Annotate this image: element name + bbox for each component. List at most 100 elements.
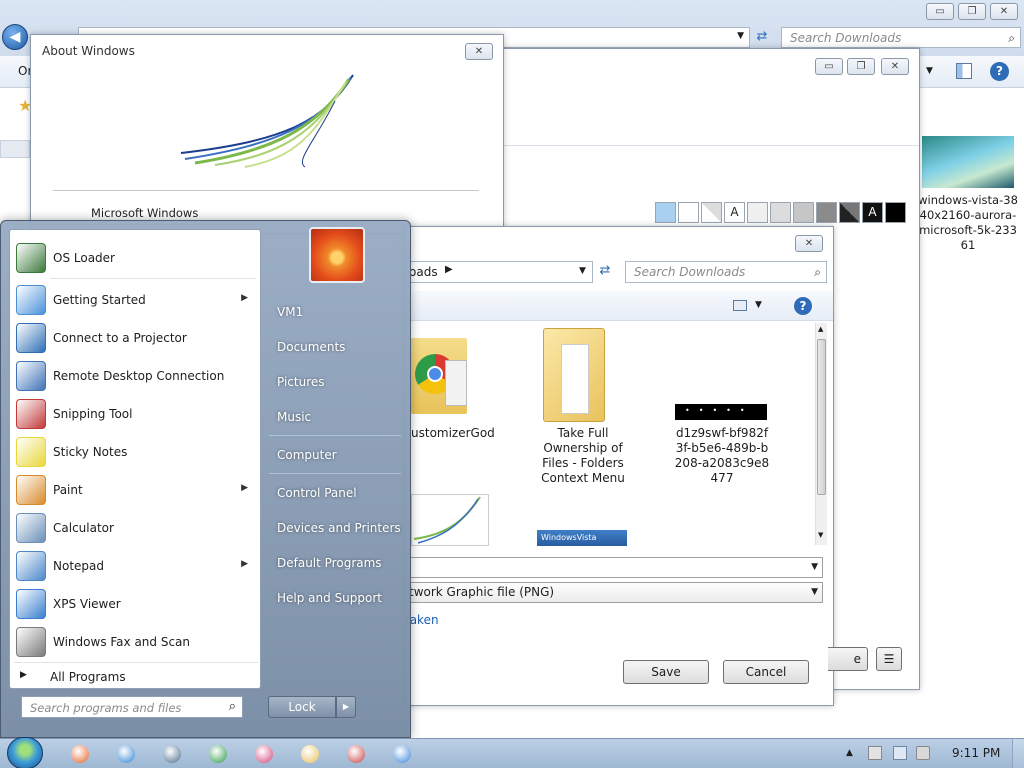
- color-swatch-letter[interactable]: A: [724, 202, 745, 223]
- image-thumbnail-icon[interactable]: •••••: [675, 404, 767, 420]
- start-right-pictures[interactable]: Pictures: [269, 369, 403, 395]
- file-name-dropdown-icon[interactable]: ▼: [811, 558, 818, 577]
- menu-button[interactable]: ☰: [876, 647, 902, 671]
- vista-ultimate-thumbnail[interactable]: WindowsVista: [537, 530, 627, 546]
- taskbar-monitor-app[interactable]: [152, 741, 192, 767]
- color-swatch[interactable]: [678, 202, 699, 223]
- explorer-search-input[interactable]: Search Downloads ⌕: [781, 27, 1021, 48]
- color-swatch[interactable]: [770, 202, 791, 223]
- color-swatch[interactable]: [839, 202, 860, 223]
- lock-button[interactable]: Lock: [268, 696, 336, 718]
- taskbar-internet-explorer[interactable]: [106, 741, 146, 767]
- start-right-music[interactable]: Music: [269, 404, 403, 430]
- file-item[interactable]: [543, 328, 605, 422]
- program-connect-projector[interactable]: Connect to a Projector: [12, 320, 258, 356]
- taskbar-windows-app[interactable]: [382, 741, 422, 767]
- breadcrumb-dropdown-icon[interactable]: ▼: [579, 266, 586, 276]
- color-swatch[interactable]: [655, 202, 676, 223]
- file-item[interactable]: [411, 328, 491, 422]
- all-programs-button[interactable]: ▶ All Programs: [14, 666, 258, 688]
- program-xps-viewer[interactable]: XPS Viewer: [12, 586, 258, 622]
- shutdown-options-arrow[interactable]: ▶: [336, 696, 356, 718]
- program-fax-scan[interactable]: Windows Fax and Scan: [12, 624, 258, 660]
- color-swatch[interactable]: [885, 202, 906, 223]
- save-as-type-dropdown-icon[interactable]: ▼: [811, 583, 818, 602]
- color-swatch[interactable]: [816, 202, 837, 223]
- view-options-dropdown-icon[interactable]: ▼: [755, 300, 762, 310]
- scroll-up-icon[interactable]: ▲: [818, 325, 823, 333]
- program-sticky-notes[interactable]: Sticky Notes: [12, 434, 258, 470]
- personalization-close-button[interactable]: ✕: [881, 58, 909, 75]
- about-close-button[interactable]: ✕: [465, 43, 493, 60]
- submenu-arrow-icon[interactable]: ▶: [241, 293, 248, 303]
- thumbnail-caption[interactable]: windows-vista-3840x2160-aurora-microsoft…: [918, 193, 1018, 253]
- start-right-computer[interactable]: Computer: [269, 442, 403, 468]
- volume-icon[interactable]: [916, 746, 930, 760]
- view-dropdown-icon[interactable]: ▼: [926, 66, 933, 76]
- network-icon[interactable]: [893, 746, 907, 760]
- color-swatch[interactable]: [701, 202, 722, 223]
- explorer-restore-button[interactable]: ❐: [958, 3, 986, 20]
- explorer-close-button[interactable]: ✕: [990, 3, 1018, 20]
- help-icon[interactable]: ?: [990, 62, 1009, 81]
- color-swatch[interactable]: [793, 202, 814, 223]
- scrollbar-thumb[interactable]: [817, 339, 826, 495]
- taskbar-chrome[interactable]: [198, 741, 238, 767]
- start-right-help-support[interactable]: Help and Support: [269, 585, 403, 611]
- save-breadcrumb-bar[interactable]: oads ▶ ▼: [405, 261, 593, 283]
- preview-pane-icon[interactable]: [956, 63, 972, 79]
- file-item-label[interactable]: Take Full Ownership of Files - Folders C…: [533, 426, 633, 486]
- save-dialog-close-button[interactable]: ✕: [795, 235, 823, 252]
- color-swatch-letter[interactable]: A: [862, 202, 883, 223]
- taskbar-firefox[interactable]: [60, 741, 100, 767]
- file-name-combo[interactable]: ▼: [405, 557, 823, 578]
- start-right-documents[interactable]: Documents: [269, 334, 403, 360]
- file-item-label[interactable]: ustomizerGod: [411, 426, 495, 440]
- swoosh-thumbnail[interactable]: [411, 494, 489, 546]
- tray-chevron-icon[interactable]: ▲: [846, 748, 853, 758]
- start-right-devices-printers[interactable]: Devices and Printers: [269, 515, 403, 541]
- user-avatar[interactable]: [309, 227, 365, 283]
- submenu-arrow-icon[interactable]: ▶: [241, 483, 248, 493]
- show-desktop-button[interactable]: [1012, 739, 1024, 768]
- program-notepad[interactable]: Notepad ▶: [12, 548, 258, 584]
- submenu-arrow-icon[interactable]: ▶: [241, 559, 248, 569]
- explorer-minimize-button[interactable]: ▭: [926, 3, 954, 20]
- vista-wallpaper-thumbnail[interactable]: [922, 136, 1014, 188]
- color-swatch[interactable]: [747, 202, 768, 223]
- program-os-loader[interactable]: OS Loader: [12, 240, 258, 276]
- address-dropdown-icon[interactable]: ▼: [737, 31, 744, 41]
- start-right-default-programs[interactable]: Default Programs: [269, 550, 403, 576]
- taskbar-flower-app[interactable]: [244, 741, 284, 767]
- start-right-vm1[interactable]: VM1: [269, 299, 403, 325]
- flag-icon[interactable]: [868, 746, 882, 760]
- start-orb-button[interactable]: [7, 737, 43, 768]
- save-button[interactable]: Save: [623, 660, 709, 684]
- breadcrumb-chevron-icon[interactable]: ▶: [445, 264, 453, 275]
- save-refresh-icon[interactable]: ⇄: [595, 263, 615, 281]
- taskbar-file-explorer[interactable]: [290, 741, 330, 767]
- breadcrumb-segment[interactable]: oads: [409, 265, 438, 279]
- save-as-type-combo[interactable]: twork Graphic file (PNG) ▼: [405, 582, 823, 603]
- file-item-label[interactable]: d1z9swf-bf982f3f-b5e6-489b-b208-a2083c9e…: [673, 426, 771, 486]
- program-getting-started[interactable]: Getting Started ▶: [12, 282, 258, 318]
- refresh-icon[interactable]: ⇄: [752, 29, 772, 47]
- personalization-minimize-button[interactable]: ▭: [815, 58, 843, 75]
- view-options-icon[interactable]: [733, 300, 747, 311]
- taskbar-snipping-tool[interactable]: [336, 741, 376, 767]
- start-search-input[interactable]: Search programs and files ⌕: [21, 696, 243, 718]
- save-help-icon[interactable]: ?: [794, 297, 812, 315]
- partial-button[interactable]: e: [828, 647, 868, 671]
- back-arrow-icon[interactable]: ◀: [2, 24, 28, 50]
- program-snipping-tool[interactable]: Snipping Tool: [12, 396, 258, 432]
- personalization-restore-button[interactable]: ❐: [847, 58, 875, 75]
- start-right-control-panel[interactable]: Control Panel: [269, 480, 403, 506]
- file-list-scrollbar[interactable]: ▲ ▼: [815, 323, 827, 545]
- scroll-down-icon[interactable]: ▼: [818, 531, 823, 539]
- cancel-button[interactable]: Cancel: [723, 660, 809, 684]
- program-paint[interactable]: Paint ▶: [12, 472, 258, 508]
- program-remote-desktop[interactable]: Remote Desktop Connection: [12, 358, 258, 394]
- clock[interactable]: 9:11 PM: [952, 746, 1000, 760]
- save-search-input[interactable]: Search Downloads ⌕: [625, 261, 827, 283]
- program-calculator[interactable]: Calculator: [12, 510, 258, 546]
